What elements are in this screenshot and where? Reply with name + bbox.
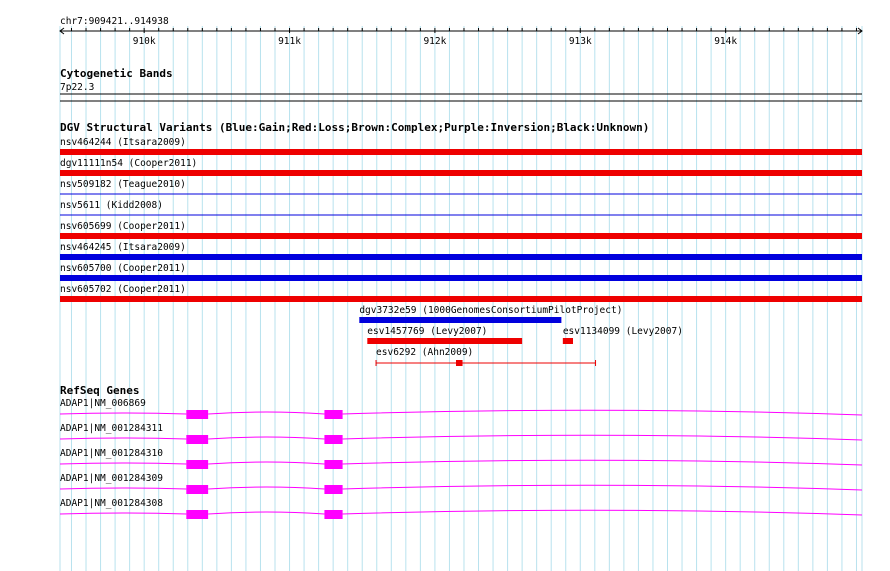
sv-feature-dgv3732e59[interactable]: dgv3732e59 (1000GenomesConsortiumPilotPr… [359,305,622,323]
sv-label: nsv5611 (Kidd2008) [60,200,163,211]
cytoband-label: 7p22.3 [60,82,94,93]
sv-bar[interactable] [60,254,862,260]
tick-label: 912k [423,36,446,47]
intron-line [59,409,863,416]
genome-browser-view[interactable]: chr7:909421..914938 910k 911k 912k 913k 914k… [0,0,890,571]
sv-label: nsv605699 (Cooper2011) [60,221,186,232]
sv-feature-esv6292[interactable]: esv6292 (Ahn2009) [375,347,597,366]
sv-bar[interactable] [60,149,862,155]
cytoband-track-title: Cytogenetic Bands [60,67,173,80]
exon-block[interactable] [186,510,209,519]
dgv-track[interactable]: DGV Structural Variants (Blue:Gain;Red:L… [60,121,862,366]
sv-feature-nsv5611[interactable]: nsv5611 (Kidd2008) [60,200,862,216]
exon-block[interactable] [324,510,343,519]
gene-label: ADAP1|NM_001284309 [60,473,163,484]
sv-feature-nsv605702[interactable]: nsv605702 (Cooper2011) [60,284,862,302]
gene-label: ADAP1|NM_001284310 [60,448,163,459]
gene-label: ADAP1|NM_006869 [60,398,146,409]
sv-bar[interactable] [359,317,562,323]
sv-label: esv1457769 (Levy2007) [367,326,487,337]
sv-label: nsv605700 (Cooper2011) [60,263,186,274]
tick-label: 911k [278,36,301,47]
sv-bar[interactable] [60,296,862,302]
sv-feature-nsv509182[interactable]: nsv509182 (Teague2010) [60,179,862,195]
sv-label: nsv464244 (Itsara2009) [60,137,186,148]
exon-block[interactable] [324,410,343,419]
dgv-features[interactable]: nsv464244 (Itsara2009) dgv11111n54 (Coope… [60,137,862,366]
refseq-genes[interactable]: ADAP1|NM_006869 ADAP1|NM_001284311 ADAP1|N… [59,398,863,519]
sv-feature-nsv605699[interactable]: nsv605699 (Cooper2011) [60,221,862,239]
sv-label: nsv464245 (Itsara2009) [60,242,186,253]
gene-label: ADAP1|NM_001284311 [60,423,163,434]
sv-feature-dgv11111n54[interactable]: dgv11111n54 (Cooper2011) [60,158,862,176]
exon-block[interactable] [324,435,343,444]
sv-label: nsv509182 (Teague2010) [60,179,186,190]
exon-block[interactable] [186,435,209,444]
gene-model[interactable]: ADAP1|NM_001284308 [59,498,863,519]
sv-feature-nsv464244[interactable]: nsv464244 (Itsara2009) [60,137,862,155]
exon-block[interactable] [324,460,343,469]
sv-label: esv1134099 (Levy2007) [563,326,683,337]
gene-model[interactable]: ADAP1|NM_001284311 [59,423,863,444]
intron-line [59,509,863,516]
sv-bar[interactable] [60,275,862,281]
intron-line [59,459,863,466]
exon-block[interactable] [186,460,209,469]
sv-bar[interactable] [562,338,574,344]
gene-model[interactable]: ADAP1|NM_006869 [59,398,863,419]
sv-bar[interactable] [367,338,523,344]
sv-label: dgv3732e59 (1000GenomesConsortiumPilotPr… [359,305,622,316]
sv-label: nsv605702 (Cooper2011) [60,284,186,295]
sv-feature-nsv464245[interactable]: nsv464245 (Itsara2009) [60,242,862,260]
intron-line [59,434,863,441]
tick-label: 913k [569,36,592,47]
exon-block[interactable] [186,485,209,494]
sv-feature-esv1134099[interactable]: esv1134099 (Levy2007) [562,326,683,344]
cytoband-track[interactable]: Cytogenetic Bands 7p22.3 [60,67,862,102]
intron-line [59,484,863,491]
refseq-track-title: RefSeq Genes [60,384,139,397]
sv-label: dgv11111n54 (Cooper2011) [60,158,197,169]
sv-bar[interactable] [60,170,862,176]
tick-label: 910k [133,36,156,47]
gene-label: ADAP1|NM_001284308 [60,498,163,509]
sv-span-block[interactable] [455,360,463,366]
exon-block[interactable] [186,410,209,419]
ruler: chr7:909421..914938 910k 911k 912k 913k 914k [59,16,863,47]
exon-block[interactable] [324,485,343,494]
gene-model[interactable]: ADAP1|NM_001284309 [59,473,863,494]
refseq-track[interactable]: RefSeq Genes ADAP1|NM_006869 ADAP1|NM_001… [59,384,863,519]
dgv-track-title: DGV Structural Variants (Blue:Gain;Red:L… [60,121,649,134]
tick-label: 914k [714,36,737,47]
locus-label: chr7:909421..914938 [60,16,169,27]
sv-bar[interactable] [60,233,862,239]
track-panel[interactable]: chr7:909421..914938 910k 911k 912k 913k 914k… [0,0,890,571]
sv-feature-esv1457769[interactable]: esv1457769 (Levy2007) [367,326,523,344]
sv-feature-nsv605700[interactable]: nsv605700 (Cooper2011) [60,263,862,281]
gene-model[interactable]: ADAP1|NM_001284310 [59,448,863,469]
sv-label: esv6292 (Ahn2009) [376,347,473,358]
